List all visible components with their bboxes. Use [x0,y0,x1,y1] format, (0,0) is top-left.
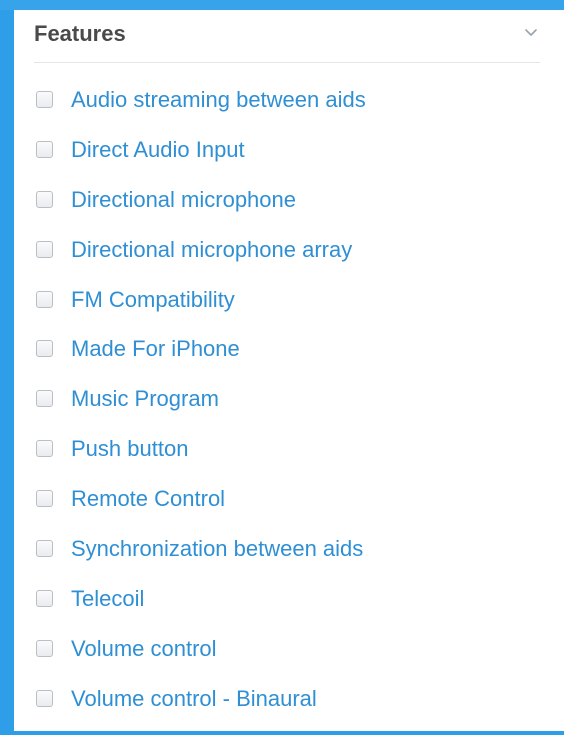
feature-checkbox[interactable] [36,91,53,108]
feature-checkbox[interactable] [36,340,53,358]
feature-checkbox[interactable] [36,639,53,657]
features-filter-header[interactable]: Features [34,10,540,63]
feature-label[interactable]: Volume control [71,635,217,663]
page-top-bar [0,0,564,10]
features-checkbox-list: Audio streaming between aids Direct Audi… [36,86,366,735]
feature-checkbox[interactable] [36,490,53,508]
feature-label[interactable]: Made For iPhone [71,335,240,363]
feature-checkbox[interactable] [36,440,53,458]
feature-label[interactable]: Directional microphone [71,186,296,214]
feature-checkbox[interactable] [36,140,53,158]
feature-item-fm-compatibility[interactable]: FM Compatibility [36,286,366,336]
feature-label[interactable]: Direct Audio Input [71,136,245,164]
feature-checkbox[interactable] [36,190,53,208]
feature-label[interactable]: Remote Control [71,485,225,513]
feature-checkbox[interactable] [36,689,53,707]
feature-checkbox[interactable] [36,240,53,258]
feature-item-volume-control[interactable]: Volume control [36,635,366,685]
feature-checkbox[interactable] [36,540,53,558]
chevron-down-icon[interactable] [522,24,540,42]
feature-item-directional-microphone[interactable]: Directional microphone [36,186,366,236]
feature-item-telecoil[interactable]: Telecoil [36,585,366,635]
feature-item-push-button[interactable]: Push button [36,435,366,485]
feature-label[interactable]: Push button [71,435,188,463]
feature-label[interactable]: Audio streaming between aids [71,86,366,114]
feature-label[interactable]: Telecoil [71,585,144,613]
feature-label[interactable]: Volume control - Binaural [71,685,317,713]
feature-item-directional-microphone-array[interactable]: Directional microphone array [36,236,366,286]
feature-item-synchronization-between-aids[interactable]: Synchronization between aids [36,535,366,585]
feature-checkbox[interactable] [36,390,53,408]
feature-label[interactable]: FM Compatibility [71,286,235,314]
feature-item-music-program[interactable]: Music Program [36,385,366,435]
feature-item-made-for-iphone[interactable]: Made For iPhone [36,335,366,385]
feature-item-audio-streaming-between-aids[interactable]: Audio streaming between aids [36,86,366,136]
feature-checkbox[interactable] [36,589,53,607]
features-filter-title: Features [34,21,126,46]
feature-item-remote-control[interactable]: Remote Control [36,485,366,535]
feature-checkbox[interactable] [36,290,53,308]
feature-label[interactable]: Synchronization between aids [71,535,363,563]
features-filter-panel: Features Audio streaming between aids Di… [14,10,564,731]
feature-label[interactable]: Directional microphone array [71,236,352,264]
feature-item-direct-audio-input[interactable]: Direct Audio Input [36,136,366,186]
feature-label[interactable]: Music Program [71,385,219,413]
feature-item-volume-control-binaural[interactable]: Volume control - Binaural [36,685,366,735]
